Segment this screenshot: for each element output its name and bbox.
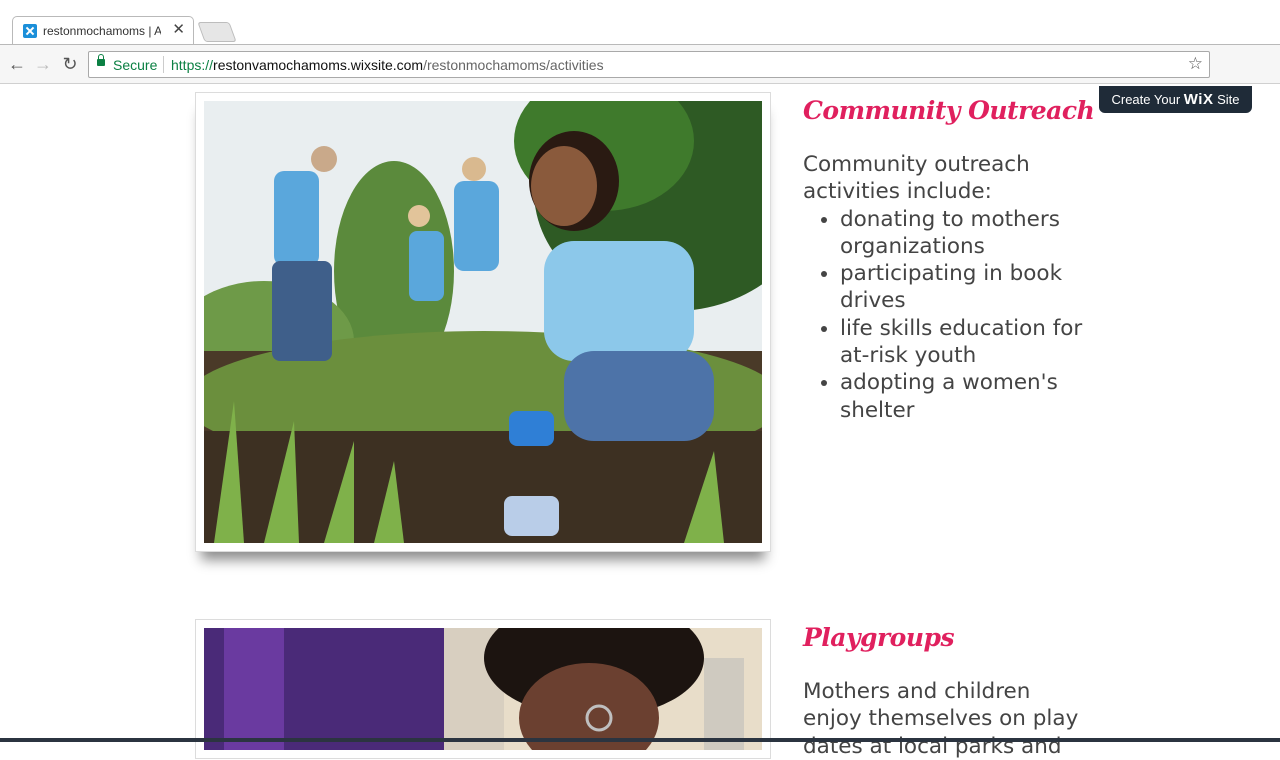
address-bar[interactable]: Secure https://restonvamochamoms.wixsite… [88, 51, 1210, 78]
browser-toolbar: ← → ↻ Secure https://restonvamochamoms.w… [0, 44, 1280, 84]
playgroups-photo [204, 628, 762, 750]
community-outreach-intro: Community outreach activities include: [803, 152, 1030, 205]
url-text[interactable]: https://restonvamochamoms.wixsite.com/re… [171, 57, 604, 73]
community-outreach-list: donating to mothers organizations partic… [803, 206, 1093, 424]
reload-icon[interactable]: ↻ [60, 54, 80, 74]
community-outreach-photo [204, 101, 762, 543]
wix-logo: WiX [1183, 91, 1214, 108]
playgroups-text: Mothers and children enjoy themselves on… [803, 679, 1079, 759]
list-item: life skills education for at-risk youth [840, 315, 1093, 370]
star-icon[interactable]: ☆ [1188, 54, 1203, 74]
url-scheme: https:// [171, 57, 214, 73]
back-arrow-icon[interactable]: ← [7, 54, 27, 74]
lock-icon [97, 54, 105, 66]
wix-banner-suffix: Site [1217, 92, 1240, 107]
community-outreach-photo-frame [195, 92, 771, 552]
bottom-edge-bar [0, 738, 1280, 742]
url-host: restonvamochamoms.wixsite.com [213, 57, 424, 73]
community-outreach-heading: Community Outreach [803, 96, 1095, 125]
secure-label: Secure [113, 57, 158, 73]
browser-tab[interactable]: restonmochamoms | Activities ✕ [12, 16, 194, 45]
tab-strip: restonmochamoms | Activities ✕ [0, 0, 1280, 45]
playgroups-heading: Playgroups [803, 623, 955, 652]
list-item: participating in book drives [840, 260, 1093, 315]
list-item: donating to mothers organizations [840, 206, 1093, 261]
list-item: adopting a women's shelter [840, 369, 1093, 424]
url-path: /restonmochamoms/activities [423, 57, 604, 73]
community-outreach-text: Community outreach activities include: d… [803, 151, 1093, 424]
address-separator [163, 56, 164, 73]
wix-banner-prefix: Create Your [1111, 92, 1181, 107]
create-wix-site-button[interactable]: Create Your WiX Site [1099, 86, 1252, 113]
tab-title: restonmochamoms | Activities [43, 24, 161, 38]
forward-arrow-icon[interactable]: → [33, 54, 53, 74]
tab-close-icon[interactable]: ✕ [172, 22, 185, 38]
new-tab-button[interactable] [197, 22, 237, 42]
wix-favicon-icon [23, 24, 37, 38]
